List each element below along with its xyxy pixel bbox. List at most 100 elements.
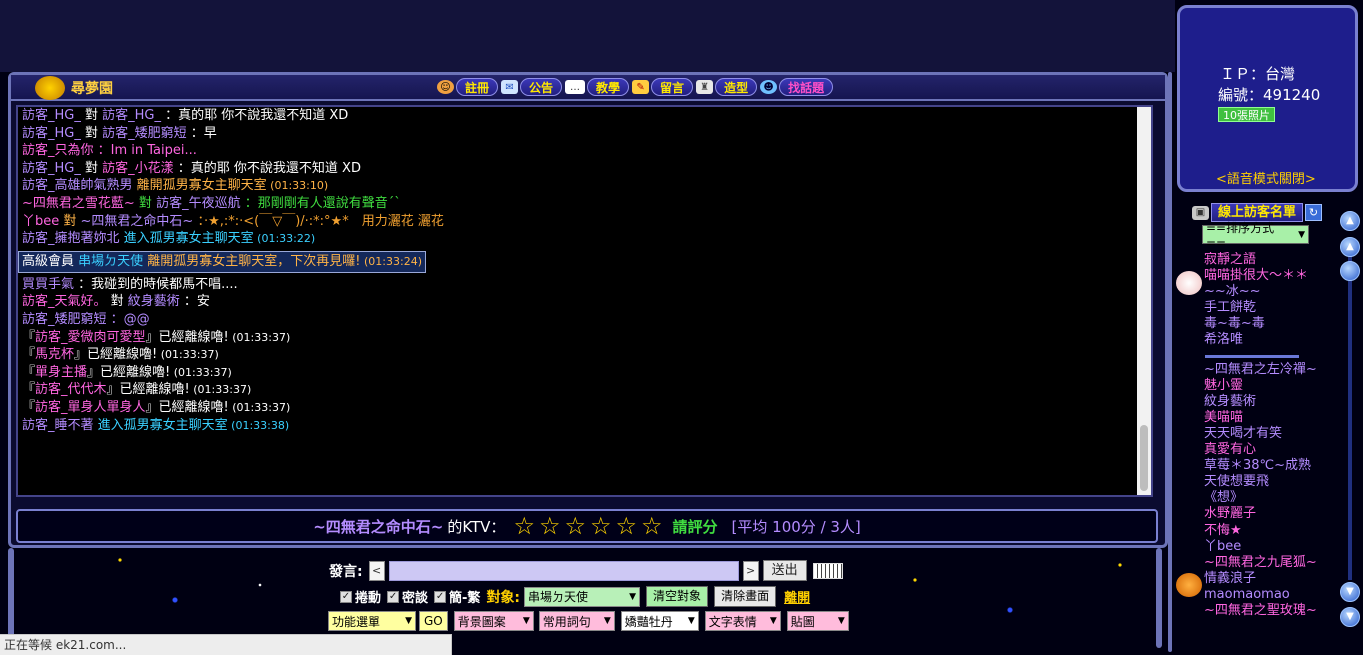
- side-scroll-up-icon-2[interactable]: ▲: [1340, 237, 1360, 257]
- send-button[interactable]: 送出: [762, 560, 807, 581]
- chat-timestamp: (01:33:37): [157, 348, 219, 362]
- chat-speaker[interactable]: 訪客_代代木: [35, 382, 107, 397]
- rating-star-6[interactable]: ☆: [641, 514, 663, 538]
- nav-message[interactable]: ✎ 留言: [632, 78, 694, 96]
- clear-target-button[interactable]: 清空對象: [646, 586, 709, 607]
- chat-recipient[interactable]: 串場ㄉ天使: [78, 254, 143, 269]
- online-user[interactable]: 丫bee: [1175, 539, 1337, 555]
- text-emoji-select[interactable]: 文字表情 ▼: [704, 611, 781, 631]
- chat-speaker[interactable]: 訪客_睡不著: [22, 418, 94, 433]
- chat-speaker[interactable]: 訪客_單身人單身人: [35, 400, 146, 415]
- online-user[interactable]: 《想》: [1175, 490, 1337, 506]
- prev-arrow-button[interactable]: <: [368, 560, 385, 581]
- refresh-icon[interactable]: ↻: [1305, 204, 1323, 221]
- online-user[interactable]: 天天喝才有笑: [1175, 426, 1337, 442]
- online-user[interactable]: 魅小靈: [1175, 378, 1337, 394]
- chat-speaker[interactable]: 單身主播: [35, 365, 87, 380]
- chat-scrollbar[interactable]: [1137, 107, 1151, 495]
- smiley-icon: ☺: [437, 80, 454, 94]
- side-scroll-down-icon-2[interactable]: ▼: [1340, 607, 1360, 627]
- chat-speaker[interactable]: 訪客_只為你: [22, 143, 94, 158]
- next-arrow-button[interactable]: >: [742, 560, 759, 581]
- nav-announcement[interactable]: ✉ 公告: [501, 78, 563, 96]
- chat-speaker[interactable]: 訪客_HG_: [22, 108, 81, 123]
- nav-style[interactable]: ♜ 造型: [696, 78, 758, 96]
- online-user[interactable]: 毒~毒~毒: [1175, 316, 1337, 332]
- online-user[interactable]: 寂靜之語: [1175, 252, 1337, 268]
- online-user[interactable]: ~四無君之九尾狐~: [1175, 555, 1337, 571]
- chat-recipient[interactable]: 訪客_午夜巡航: [156, 196, 241, 211]
- target-select[interactable]: 串場ㄉ天使 ▼: [524, 586, 641, 607]
- text-color-select[interactable]: 嬌豔牡丹 ▼: [620, 611, 699, 631]
- simplified-traditional-checkbox[interactable]: ✓ 簡-繁: [434, 587, 480, 606]
- chat-speaker[interactable]: 馬克杯: [35, 347, 74, 362]
- chat-speaker[interactable]: 訪客_天氣好。: [22, 294, 107, 309]
- chat-text: 『: [22, 364, 36, 380]
- chat-speaker[interactable]: 訪客_HG_: [22, 126, 81, 141]
- chat-line: 訪客_睡不著 進入孤男寡女主聊天室 (01:33:38): [18, 417, 1151, 435]
- online-user[interactable]: ~四無君之聖玫瑰~: [1175, 603, 1337, 619]
- online-user[interactable]: 真愛有心: [1175, 442, 1337, 458]
- chat-recipient[interactable]: 訪客_小花漾: [102, 161, 174, 176]
- nav-register[interactable]: ☺ 註冊: [437, 78, 499, 96]
- online-user[interactable]: 天使想要飛: [1175, 474, 1337, 490]
- photos-button[interactable]: 10張照片: [1218, 107, 1275, 122]
- nav-topic[interactable]: ☻ 找話題: [760, 78, 834, 96]
- chat-speaker[interactable]: 訪客_HG_: [22, 161, 81, 176]
- rating-star-1[interactable]: ☆: [513, 514, 535, 538]
- site-logo[interactable]: 尋夢園: [35, 76, 113, 100]
- function-menu-select[interactable]: 功能選單 ▼: [328, 611, 416, 631]
- rating-star-3[interactable]: ☆: [564, 514, 586, 538]
- go-button[interactable]: GO: [419, 611, 448, 631]
- chat-recipient[interactable]: 訪客_矮肥窮短: [102, 126, 187, 141]
- online-user[interactable]: 美喵喵: [1175, 410, 1337, 426]
- chat-recipient[interactable]: ~四無君之命中石~: [81, 214, 194, 229]
- chat-speaker[interactable]: 訪客_矮肥窮短: [22, 312, 107, 327]
- whisper-checkbox[interactable]: ✓ 密談: [387, 587, 428, 606]
- background-select[interactable]: 背景圖案 ▼: [453, 611, 534, 631]
- online-user[interactable]: 草莓＊38℃~成熟: [1175, 458, 1337, 474]
- chevron-down-icon: ▼: [405, 616, 412, 626]
- message-input[interactable]: [388, 560, 739, 581]
- whisper-check-mark: ✓: [387, 590, 400, 603]
- scroll-checkbox[interactable]: ✓ 捲動: [340, 587, 381, 606]
- chat-speaker[interactable]: ~四無君之雪花藍~: [22, 196, 135, 211]
- side-scroll-down-icon[interactable]: ▼: [1340, 582, 1360, 602]
- common-phrases-select[interactable]: 常用詞句 ▼: [538, 611, 615, 631]
- sticker-select[interactable]: 貼圖 ▼: [786, 611, 849, 631]
- chat-recipient[interactable]: 紋身藝術: [128, 294, 180, 309]
- online-user[interactable]: 不悔★: [1175, 523, 1337, 539]
- nav-announcement-label: 公告: [520, 78, 563, 96]
- speak-row: 發言: < > 送出: [329, 560, 843, 581]
- voice-mode-toggle[interactable]: <語音模式關閉>: [1216, 168, 1316, 187]
- rating-star-4[interactable]: ☆: [590, 514, 612, 538]
- chat-text: 『: [22, 329, 36, 345]
- online-user[interactable]: 希洛唯: [1175, 332, 1337, 348]
- clear-screen-button[interactable]: 清除畫面: [714, 586, 777, 607]
- chat-recipient[interactable]: 訪客_HG_: [102, 108, 161, 123]
- rating-star-2[interactable]: ☆: [539, 514, 561, 538]
- online-user[interactable]: ~四無君之左冷禪~: [1175, 362, 1337, 378]
- chat-speaker[interactable]: 訪客_愛微肉可愛型: [35, 330, 146, 345]
- chat-text: 』已經離線嚕!: [145, 329, 229, 345]
- chat-speaker[interactable]: 買買手氣: [22, 277, 74, 292]
- sort-select[interactable]: ==排序方式== ▼: [1202, 221, 1309, 250]
- side-scroll-up-icon[interactable]: ▲: [1340, 211, 1360, 231]
- online-user[interactable]: 紋身藝術: [1175, 394, 1337, 410]
- chat-speaker[interactable]: 高級會員: [22, 254, 78, 269]
- online-user[interactable]: 水野麗子: [1175, 506, 1337, 522]
- ktv-owner[interactable]: ~四無君之命中石~: [313, 516, 443, 537]
- nav-tutorial[interactable]: … 教學: [565, 78, 630, 96]
- chat-speaker[interactable]: 丫bee: [22, 214, 59, 229]
- rating-star-5[interactable]: ☆: [616, 514, 638, 538]
- chat-text: 』已經離線嚕!: [145, 399, 229, 415]
- leave-link[interactable]: 離開: [784, 587, 810, 606]
- side-scroll-thumb[interactable]: [1340, 261, 1360, 281]
- keyboard-icon[interactable]: [812, 562, 843, 579]
- chat-speaker[interactable]: 訪客_擁抱著妳北: [22, 231, 120, 246]
- chat-speaker[interactable]: 訪客_高雄帥氣熟男: [22, 178, 133, 193]
- online-user[interactable]: 手工餅乾: [1175, 300, 1337, 316]
- chat-scrollbar-thumb[interactable]: [1140, 425, 1148, 491]
- hanger-icon: ♜: [696, 80, 714, 94]
- envelope-icon: ✉: [501, 80, 519, 94]
